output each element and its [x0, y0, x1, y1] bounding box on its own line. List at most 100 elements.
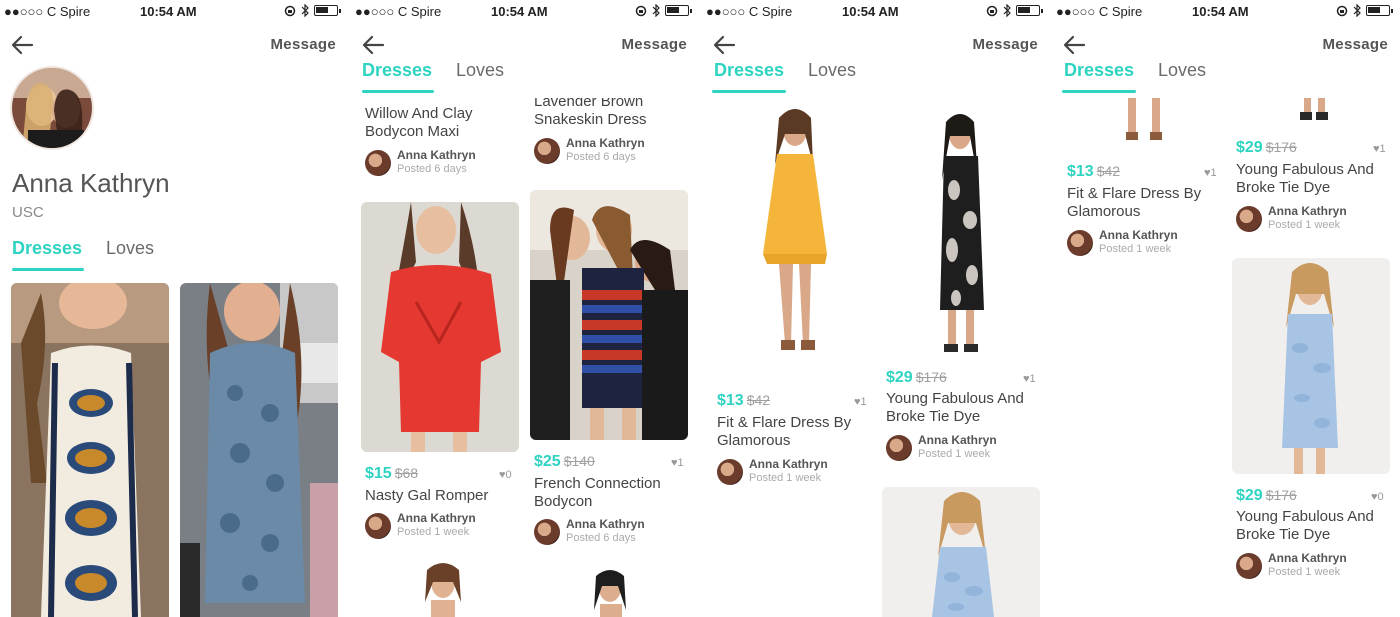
message-button[interactable]: Message	[271, 36, 336, 53]
clock: 10:54 AM	[140, 4, 197, 19]
status-icons	[1336, 4, 1393, 17]
posted-time: Posted 6 days	[566, 151, 636, 163]
posted-time: Posted 1 week	[397, 526, 470, 538]
dress-photo[interactable]	[882, 110, 1040, 360]
battery-icon	[1016, 5, 1043, 16]
poster-info[interactable]: Anna Kathryn Posted 1 week	[365, 511, 525, 541]
dress-photo[interactable]	[11, 283, 169, 617]
original-price: $176	[915, 369, 947, 385]
poster-info[interactable]: Anna Kathryn Posted 1 week	[1236, 551, 1396, 581]
poster-info[interactable]: Anna Kathryn Posted 6 days	[534, 517, 694, 547]
tab-active-indicator	[362, 90, 434, 93]
poster-name: Anna Kathryn	[566, 136, 645, 150]
item-title-line: Glamorous	[1067, 203, 1141, 220]
dress-photo[interactable]	[530, 190, 688, 440]
item-title-line: Young Fabulous And	[1236, 161, 1374, 178]
poster-info[interactable]: Anna Kathryn Posted 1 week	[1236, 204, 1396, 234]
poster-info[interactable]: Anna Kathryn Posted 1 week	[886, 433, 1046, 463]
item-title-line: Fit & Flare Dress By	[1067, 185, 1202, 202]
dress-photo[interactable]	[1284, 98, 1344, 124]
status-icons	[284, 4, 341, 17]
poster-avatar	[717, 459, 743, 485]
like-count[interactable]: ♥0	[499, 469, 512, 481]
poster-avatar	[534, 519, 560, 545]
message-button[interactable]: Message	[973, 36, 1038, 53]
profile-tabs: Dresses Loves	[0, 238, 346, 272]
like-count[interactable]: ♥1	[1204, 167, 1217, 179]
tab-dresses[interactable]: Dresses	[714, 60, 784, 81]
tab-active-indicator	[1062, 90, 1136, 93]
dress-photo[interactable]	[713, 104, 871, 380]
tab-dresses[interactable]: Dresses	[362, 60, 432, 81]
item-title[interactable]: Nasty Gal Romper	[365, 487, 523, 505]
back-arrow-icon[interactable]	[361, 34, 387, 56]
profile-avatar	[10, 66, 94, 150]
like-count[interactable]: ♥1	[1373, 143, 1386, 155]
posted-time: Posted 6 days	[566, 532, 636, 544]
back-arrow-icon[interactable]	[712, 34, 738, 56]
item-title[interactable]: Young Fabulous And Broke Tie Dye	[1236, 508, 1394, 544]
tab-active-indicator	[712, 90, 786, 93]
posted-time: Posted 1 week	[749, 472, 822, 484]
poster-info[interactable]: Anna Kathryn Posted 6 days	[534, 136, 694, 166]
item-title[interactable]: Willow And Clay Bodycon Maxi	[365, 105, 523, 141]
dress-photo[interactable]	[180, 283, 338, 617]
carrier-label: ●●○○○ C Spire	[355, 4, 442, 19]
tab-dresses[interactable]: Dresses	[1064, 60, 1134, 81]
item-title[interactable]: Lavender Brown Snakeskin Dress	[534, 93, 692, 129]
tab-loves[interactable]: Loves	[808, 60, 856, 81]
poster-avatar	[534, 138, 560, 164]
item-title-line: Broke Tie Dye	[1236, 526, 1331, 543]
price-row: $25 $140	[534, 453, 595, 471]
tab-loves[interactable]: Loves	[106, 238, 154, 259]
item-title[interactable]: French Connection Bodycon	[534, 475, 692, 511]
clock: 10:54 AM	[491, 4, 548, 19]
tab-active-indicator	[12, 268, 84, 271]
carrier-label: ●●○○○ C Spire	[1056, 4, 1143, 19]
like-count[interactable]: ♥1	[1023, 373, 1036, 385]
poster-info[interactable]: Anna Kathryn Posted 1 week	[717, 457, 877, 487]
back-arrow-icon[interactable]	[1062, 34, 1088, 56]
dress-photo[interactable]	[530, 570, 688, 617]
clock: 10:54 AM	[842, 4, 899, 19]
dress-photo[interactable]	[1112, 98, 1172, 144]
poster-name: Anna Kathryn	[1268, 204, 1347, 218]
dress-photo[interactable]	[361, 562, 519, 617]
item-title-line: Broke Tie Dye	[886, 408, 981, 425]
price: $13	[717, 392, 744, 409]
like-count[interactable]: ♥1	[854, 396, 867, 408]
posted-time: Posted 1 week	[1268, 219, 1341, 231]
tab-loves[interactable]: Loves	[456, 60, 504, 81]
poster-avatar	[1067, 230, 1093, 256]
carrier-label: ●●○○○ C Spire	[4, 4, 91, 19]
posted-time: Posted 1 week	[918, 448, 991, 460]
screen-dresses-scroll-1: ●●○○○ C Spire 10:54 AM Message Willow An…	[351, 0, 697, 617]
profile-tabs: Dresses Loves	[1052, 60, 1398, 94]
lock-rotation-icon	[635, 5, 647, 16]
item-title-line: Young Fabulous And	[1236, 508, 1374, 525]
item-title[interactable]: Fit & Flare Dress By Glamorous	[1067, 185, 1225, 221]
dress-photo[interactable]	[361, 202, 519, 452]
back-arrow-icon[interactable]	[10, 34, 36, 56]
message-button[interactable]: Message	[622, 36, 687, 53]
tab-dresses[interactable]: Dresses	[12, 238, 82, 259]
dress-photo[interactable]	[882, 487, 1040, 617]
dress-photo[interactable]	[1232, 258, 1390, 474]
price-row: $15 $68	[365, 465, 418, 483]
item-title[interactable]: Young Fabulous And Broke Tie Dye	[1236, 161, 1394, 197]
like-count[interactable]: ♥1	[671, 457, 684, 469]
posted-time: Posted 6 days	[397, 163, 467, 175]
tab-loves[interactable]: Loves	[1158, 60, 1206, 81]
posted-time: Posted 1 week	[1268, 566, 1341, 578]
poster-info[interactable]: Anna Kathryn Posted 1 week	[1067, 228, 1227, 258]
item-title[interactable]: Young Fabulous And Broke Tie Dye	[886, 390, 1044, 426]
battery-icon	[1366, 5, 1393, 16]
price-row: $29 $176	[1236, 487, 1297, 505]
item-title[interactable]: Fit & Flare Dress By Glamorous	[717, 414, 875, 450]
original-price: $176	[1265, 487, 1297, 503]
poster-info[interactable]: Anna Kathryn Posted 6 days	[365, 148, 525, 178]
like-count[interactable]: ♥0	[1371, 491, 1384, 503]
message-button[interactable]: Message	[1323, 36, 1388, 53]
original-price: $140	[563, 453, 595, 469]
item-title-line: Bodycon	[534, 493, 593, 510]
